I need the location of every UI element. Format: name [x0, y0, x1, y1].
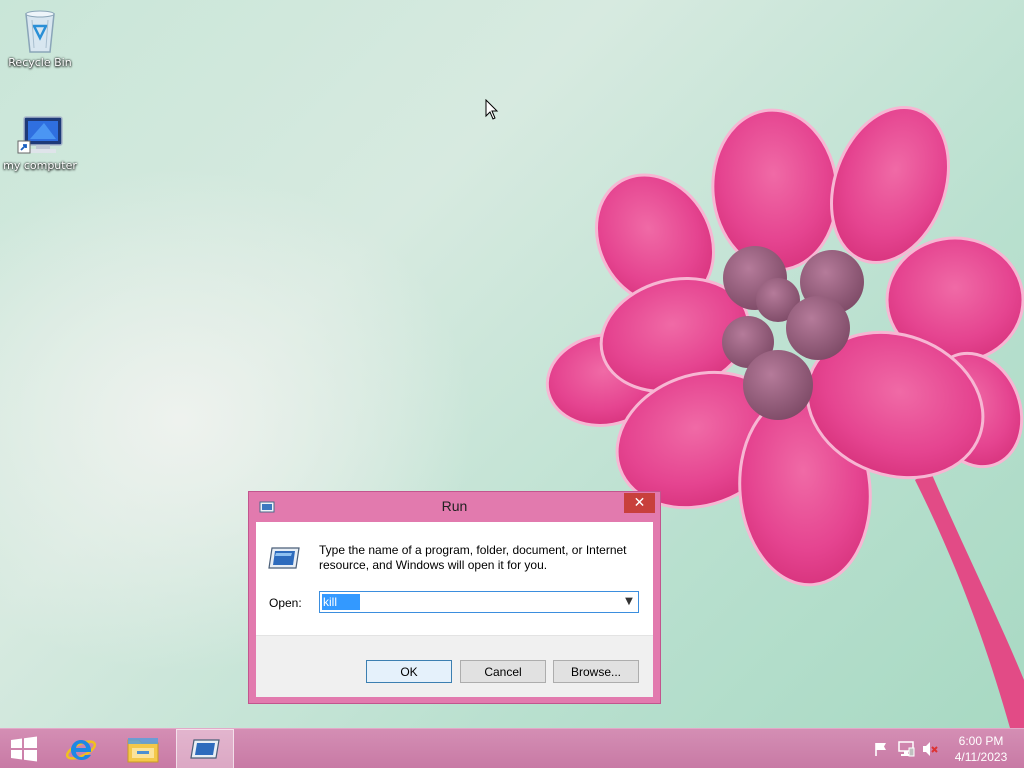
desktop[interactable]: Recycle Bin my computer Run ✕ Type the n… — [0, 0, 1024, 728]
open-combobox[interactable]: ▼ — [319, 591, 639, 613]
desktop-icon-label: Recycle Bin — [8, 56, 72, 69]
run-app-icon — [190, 739, 220, 759]
run-dialog: Run ✕ Type the name of a program, folder… — [248, 491, 661, 704]
ok-button[interactable]: OK — [366, 660, 452, 683]
taskbar-internet-explorer[interactable] — [52, 729, 110, 769]
recycle-bin-icon — [25, 10, 55, 53]
network-icon[interactable] — [898, 741, 916, 757]
desktop-icon-label: my computer — [3, 159, 77, 172]
run-dialog-body: Type the name of a program, folder, docu… — [256, 522, 653, 697]
open-input[interactable] — [322, 594, 360, 610]
run-dialog-footer: OK Cancel Browse... — [256, 635, 653, 697]
action-center-flag-icon[interactable] — [873, 741, 889, 757]
mouse-cursor-icon — [485, 99, 499, 120]
clock-time: 6:00 PM — [958, 734, 1004, 748]
open-label: Open: — [269, 596, 302, 610]
run-dialog-title: Run — [441, 498, 468, 514]
run-app-icon — [268, 547, 300, 569]
browse-button[interactable]: Browse... — [553, 660, 639, 683]
desktop-icon-my-computer[interactable]: my computer — [0, 115, 80, 172]
start-button[interactable] — [0, 729, 48, 769]
taskbar-run[interactable] — [176, 729, 234, 769]
computer-shortcut-icon — [17, 116, 63, 154]
file-explorer-icon — [127, 738, 159, 763]
volume-muted-icon[interactable] — [922, 741, 940, 757]
cancel-button[interactable]: Cancel — [460, 660, 546, 683]
taskbar-file-explorer[interactable] — [114, 729, 172, 769]
clock-date: 4/11/2023 — [954, 750, 1008, 764]
taskbar-clock[interactable]: 6:00 PM 4/11/2023 — [946, 733, 1016, 765]
windows-start-icon — [11, 736, 37, 762]
taskbar: 6:00 PM 4/11/2023 — [0, 728, 1024, 769]
internet-explorer-icon — [65, 740, 97, 760]
run-dialog-description: Type the name of a program, folder, docu… — [319, 543, 627, 572]
desktop-icon-recycle-bin[interactable]: Recycle Bin — [0, 8, 80, 69]
run-dialog-titlebar[interactable]: Run ✕ — [249, 492, 660, 522]
chevron-down-icon[interactable]: ▼ — [620, 592, 638, 612]
close-button[interactable]: ✕ — [624, 493, 655, 513]
